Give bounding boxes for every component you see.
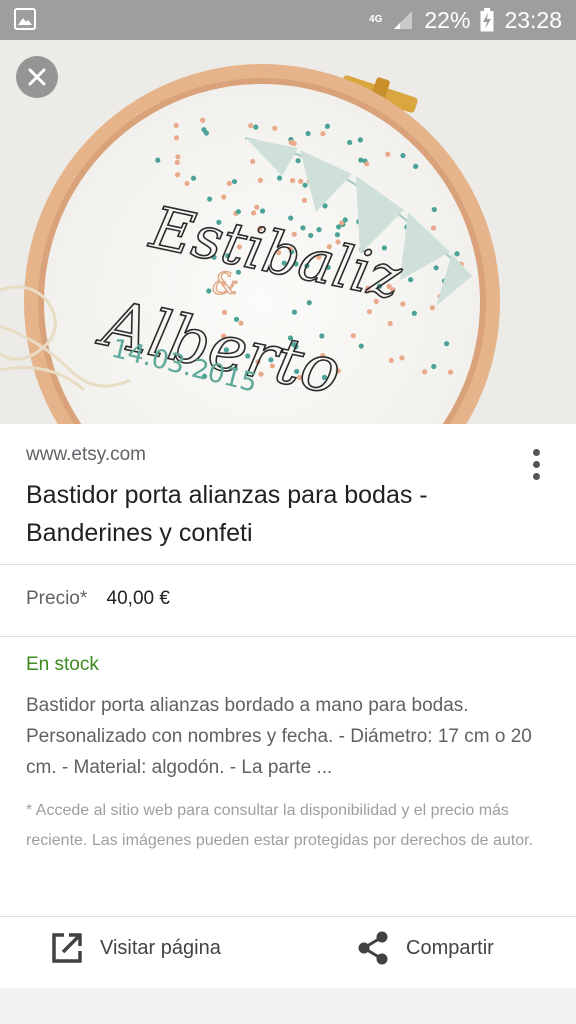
confetti-dot [431,363,437,370]
confetti-dot [350,333,356,339]
confetti-dot [248,123,254,129]
confetti-dot [272,125,278,131]
confetti-dot [430,225,437,231]
confetti-dot [298,178,304,184]
confetti-dot [155,157,161,163]
confetti-dot [324,123,331,129]
confetti-dot [207,196,213,202]
confetti-dot [358,343,364,349]
price-row: Precio* 40,00 € [26,588,170,610]
clock: 23:28 [504,6,562,33]
confetti-dot [291,309,298,315]
more-options-button[interactable] [518,444,554,484]
close-button[interactable] [16,56,58,98]
divider [0,564,576,565]
visit-page-button[interactable]: Visitar página [50,918,221,978]
confetti-dot [385,151,391,157]
price-value: 40,00 € [106,588,170,609]
network-type-label: 4G [369,14,383,25]
share-label: Compartir [406,936,494,959]
confetti-dot [306,300,312,306]
confetti-dot [429,305,435,311]
confetti-dot [454,251,460,257]
confetti-dot [387,320,393,327]
confetti-dot [174,159,180,166]
confetti-dot [443,341,450,347]
confetti-dot [201,127,207,133]
share-button[interactable]: Compartir [356,918,494,978]
confetti-dot [276,175,283,181]
confetti-dot [257,177,264,183]
confetti-dot [290,177,296,184]
confetti-dot [408,277,414,283]
confetti-dot [206,288,212,294]
confetti-dot [342,217,348,223]
confetti-dot [364,161,370,167]
confetti-dot [413,163,419,169]
confetti-dot [366,309,373,315]
confetti-dot [358,157,364,163]
disclaimer: * Accede al sitio web para consultar la … [26,802,533,849]
battery-percent: 22% [424,6,471,33]
confetti-dot [399,355,405,361]
confetti-dot [400,301,406,307]
confetti-dot [301,197,308,203]
bottom-background [0,988,576,1024]
confetti-dot [173,135,180,141]
confetti-dot [411,310,417,316]
confetti-dot [357,137,363,143]
result-title[interactable]: Bastidor porta alianzas para bodas - Ban… [26,476,516,552]
price-label: Precio* [26,588,88,609]
open-in-new-icon [52,933,82,963]
confetti-dot [388,357,394,363]
confetti-dot [400,152,406,159]
confetti-dot [200,117,206,123]
confetti-dot [288,139,294,146]
confetti-dot [422,369,428,375]
signal-icon [394,11,413,29]
confetti-dot [173,122,179,129]
confetti-dot [305,130,311,137]
result-description: Bastidor porta alianzas bordado a mano p… [26,695,532,778]
confetti-dot [431,206,437,213]
stock-status: En stock [26,654,99,675]
confetti-dot [259,208,266,214]
confetti-dot [250,158,256,165]
confetti-dot [231,178,238,185]
more-vert-icon [532,448,540,456]
confetti-dot [190,175,197,181]
confetti-dot [174,172,181,178]
confetti-dot [320,131,326,137]
result-image[interactable]: Estibaliz & Alberto 14.03.2015 [0,40,576,424]
share-icon [358,931,388,965]
divider [0,916,576,917]
gallery-notification-icon [14,8,36,35]
confetti-dot [302,182,308,188]
visit-page-label: Visitar página [100,936,221,959]
embroidery-ampersand: & [212,267,239,302]
confetti-dot [226,180,232,186]
confetti-dot [295,158,301,164]
confetti-dot [347,139,353,146]
source-url[interactable]: www.etsy.com [26,444,146,466]
close-icon [28,68,46,86]
confetti-dot [253,124,259,130]
result-card: www.etsy.com Bastidor porta alianzas par… [0,424,576,988]
confetti-dot [221,194,227,200]
confetti-dot [254,204,260,210]
confetti-dot [175,154,181,160]
battery-charging-icon [480,8,494,32]
divider [0,636,576,637]
status-bar: 4G 22% 23:28 [0,0,576,40]
confetti-dot [184,180,190,187]
confetti-dot [433,265,439,271]
confetti-dot [447,369,454,375]
